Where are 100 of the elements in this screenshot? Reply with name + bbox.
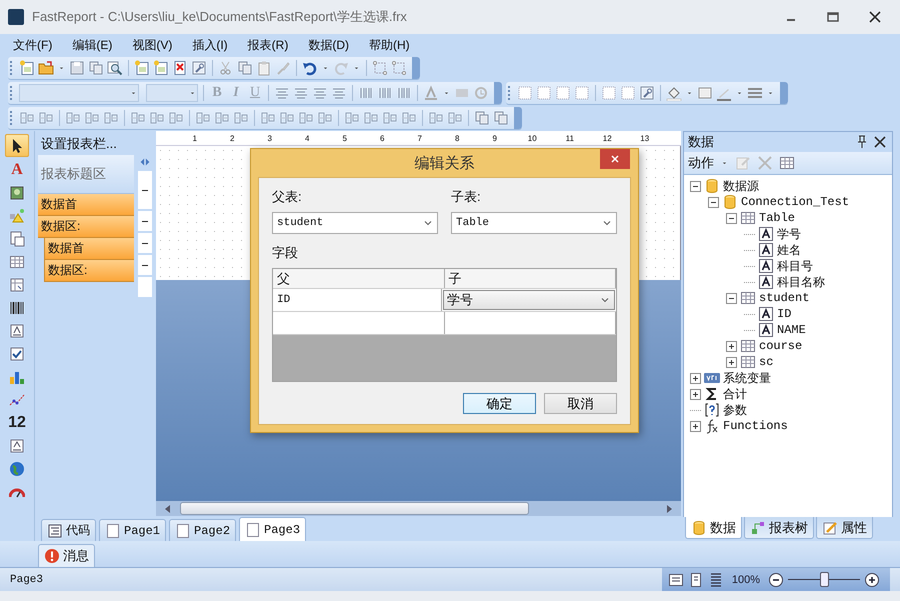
expand-icon[interactable]: [690, 388, 701, 400]
close-icon[interactable]: [867, 9, 883, 25]
align-icon[interactable]: [84, 110, 100, 126]
border-icon[interactable]: [555, 85, 571, 101]
align-icon[interactable]: [168, 110, 184, 126]
dialog-button[interactable]: 取消: [544, 393, 617, 414]
align-icon[interactable]: [38, 110, 54, 126]
tree-item[interactable]: ID: [777, 307, 792, 321]
bars-icon[interactable]: [396, 85, 412, 101]
collapse-icon[interactable]: [708, 196, 719, 208]
letter-underline-icon[interactable]: [423, 85, 439, 101]
table-icon[interactable]: [779, 155, 795, 171]
pages-icon[interactable]: [88, 60, 104, 76]
collapse-icon[interactable]: [726, 212, 737, 224]
tree-item[interactable]: Functions: [723, 419, 788, 433]
slider-thumb[interactable]: [820, 572, 829, 587]
align-icon[interactable]: [130, 110, 146, 126]
delete-page-icon[interactable]: [172, 60, 188, 76]
band[interactable]: 数据首: [45, 238, 134, 260]
align-icon[interactable]: [149, 110, 165, 126]
align-icon[interactable]: [65, 110, 81, 126]
band[interactable]: 数据区:: [38, 216, 134, 238]
band[interactable]: 报表标题区: [38, 155, 134, 194]
new-document-icon[interactable]: [19, 60, 35, 76]
redo-icon[interactable]: [333, 60, 349, 76]
collapse-icon[interactable]: [726, 292, 737, 304]
page-tab[interactable]: Page1: [99, 519, 166, 541]
square-icon[interactable]: [697, 85, 713, 101]
band[interactable]: 数据区:: [45, 260, 134, 282]
tree-item[interactable]: Table: [759, 211, 796, 225]
align-icon[interactable]: [298, 110, 314, 126]
panel-tab[interactable]: 属性: [816, 517, 873, 539]
magnifier-icon[interactable]: [107, 60, 123, 76]
field-dropdown[interactable]: 学号: [443, 290, 615, 310]
align-icon[interactable]: [317, 110, 333, 126]
delete-icon[interactable]: [757, 155, 773, 171]
menu-item[interactable]: 视图(V): [129, 34, 176, 56]
paint-bucket-icon[interactable]: [666, 85, 682, 101]
tree-item[interactable]: sc: [759, 355, 774, 369]
frame-icon[interactable]: [391, 60, 407, 76]
tree-item[interactable]: Connection_Test: [741, 195, 850, 209]
bands-setup-link[interactable]: 设置报表栏...: [38, 133, 134, 155]
menu-item[interactable]: 文件(F): [10, 34, 56, 56]
parent-table-dropdown[interactable]: student: [272, 212, 438, 234]
wrench-icon[interactable]: [639, 85, 655, 101]
menu-item[interactable]: 插入(I): [189, 34, 231, 56]
align-icon[interactable]: [233, 110, 249, 126]
tree-item[interactable]: student: [759, 291, 810, 305]
align-icon[interactable]: [401, 110, 417, 126]
page-tab[interactable]: 代码: [41, 519, 96, 541]
page-tab[interactable]: Page3: [239, 517, 306, 541]
tree-item[interactable]: 参数: [723, 402, 747, 418]
band[interactable]: 数据首: [38, 194, 134, 216]
pointer-tool[interactable]: [5, 134, 29, 157]
align-icon[interactable]: [363, 110, 379, 126]
action-menu[interactable]: 动作: [688, 154, 714, 172]
align-icon[interactable]: [279, 110, 295, 126]
wrench-icon[interactable]: [191, 60, 207, 76]
tree-item[interactable]: 科目号: [777, 258, 813, 274]
child-table-dropdown[interactable]: Table: [451, 212, 617, 234]
border-icon[interactable]: [620, 85, 636, 101]
band-collapse-marker[interactable]: [138, 171, 152, 209]
new-document-icon[interactable]: [134, 60, 150, 76]
border-icon[interactable]: [601, 85, 617, 101]
bars-icon[interactable]: [358, 85, 374, 101]
align-icon[interactable]: [382, 110, 398, 126]
menu-item[interactable]: 数据(D): [305, 34, 352, 56]
border-icon[interactable]: [536, 85, 552, 101]
font-size-field[interactable]: [146, 84, 198, 102]
brush-icon[interactable]: [275, 60, 291, 76]
border-icon[interactable]: [517, 85, 533, 101]
messages-tab[interactable]: 消息: [38, 544, 95, 567]
align-icon[interactable]: [19, 110, 35, 126]
new-document-icon[interactable]: [153, 60, 169, 76]
menu-item[interactable]: 报表(R): [244, 34, 292, 56]
line-style-icon[interactable]: [747, 85, 763, 101]
align-icon[interactable]: [260, 110, 276, 126]
band-collapse-marker[interactable]: [138, 233, 152, 253]
collapse-icon[interactable]: [690, 180, 701, 192]
bars-icon[interactable]: [377, 85, 393, 101]
border-icon[interactable]: [574, 85, 590, 101]
close-button[interactable]: [600, 149, 630, 169]
panel-tab[interactable]: 报表树: [744, 517, 814, 539]
close-icon[interactable]: [872, 134, 888, 150]
expand-icon[interactable]: [726, 340, 737, 352]
band-collapse-marker[interactable]: [138, 255, 152, 275]
align-icon[interactable]: [447, 110, 463, 126]
folder-icon[interactable]: [38, 60, 54, 76]
undo-icon[interactable]: [302, 60, 318, 76]
panel-tab[interactable]: 数据: [685, 517, 742, 539]
view-a-icon[interactable]: [668, 572, 684, 588]
rotate-icon[interactable]: [473, 85, 489, 101]
edit-icon[interactable]: [735, 155, 751, 171]
pages-icon[interactable]: [474, 110, 490, 126]
text-tool[interactable]: A: [6, 159, 28, 180]
tree-item[interactable]: 科目名称: [777, 274, 825, 290]
pages-icon[interactable]: [237, 60, 253, 76]
pages-icon[interactable]: [493, 110, 509, 126]
frame-icon[interactable]: [372, 60, 388, 76]
scrollbar-thumb[interactable]: [180, 502, 529, 515]
